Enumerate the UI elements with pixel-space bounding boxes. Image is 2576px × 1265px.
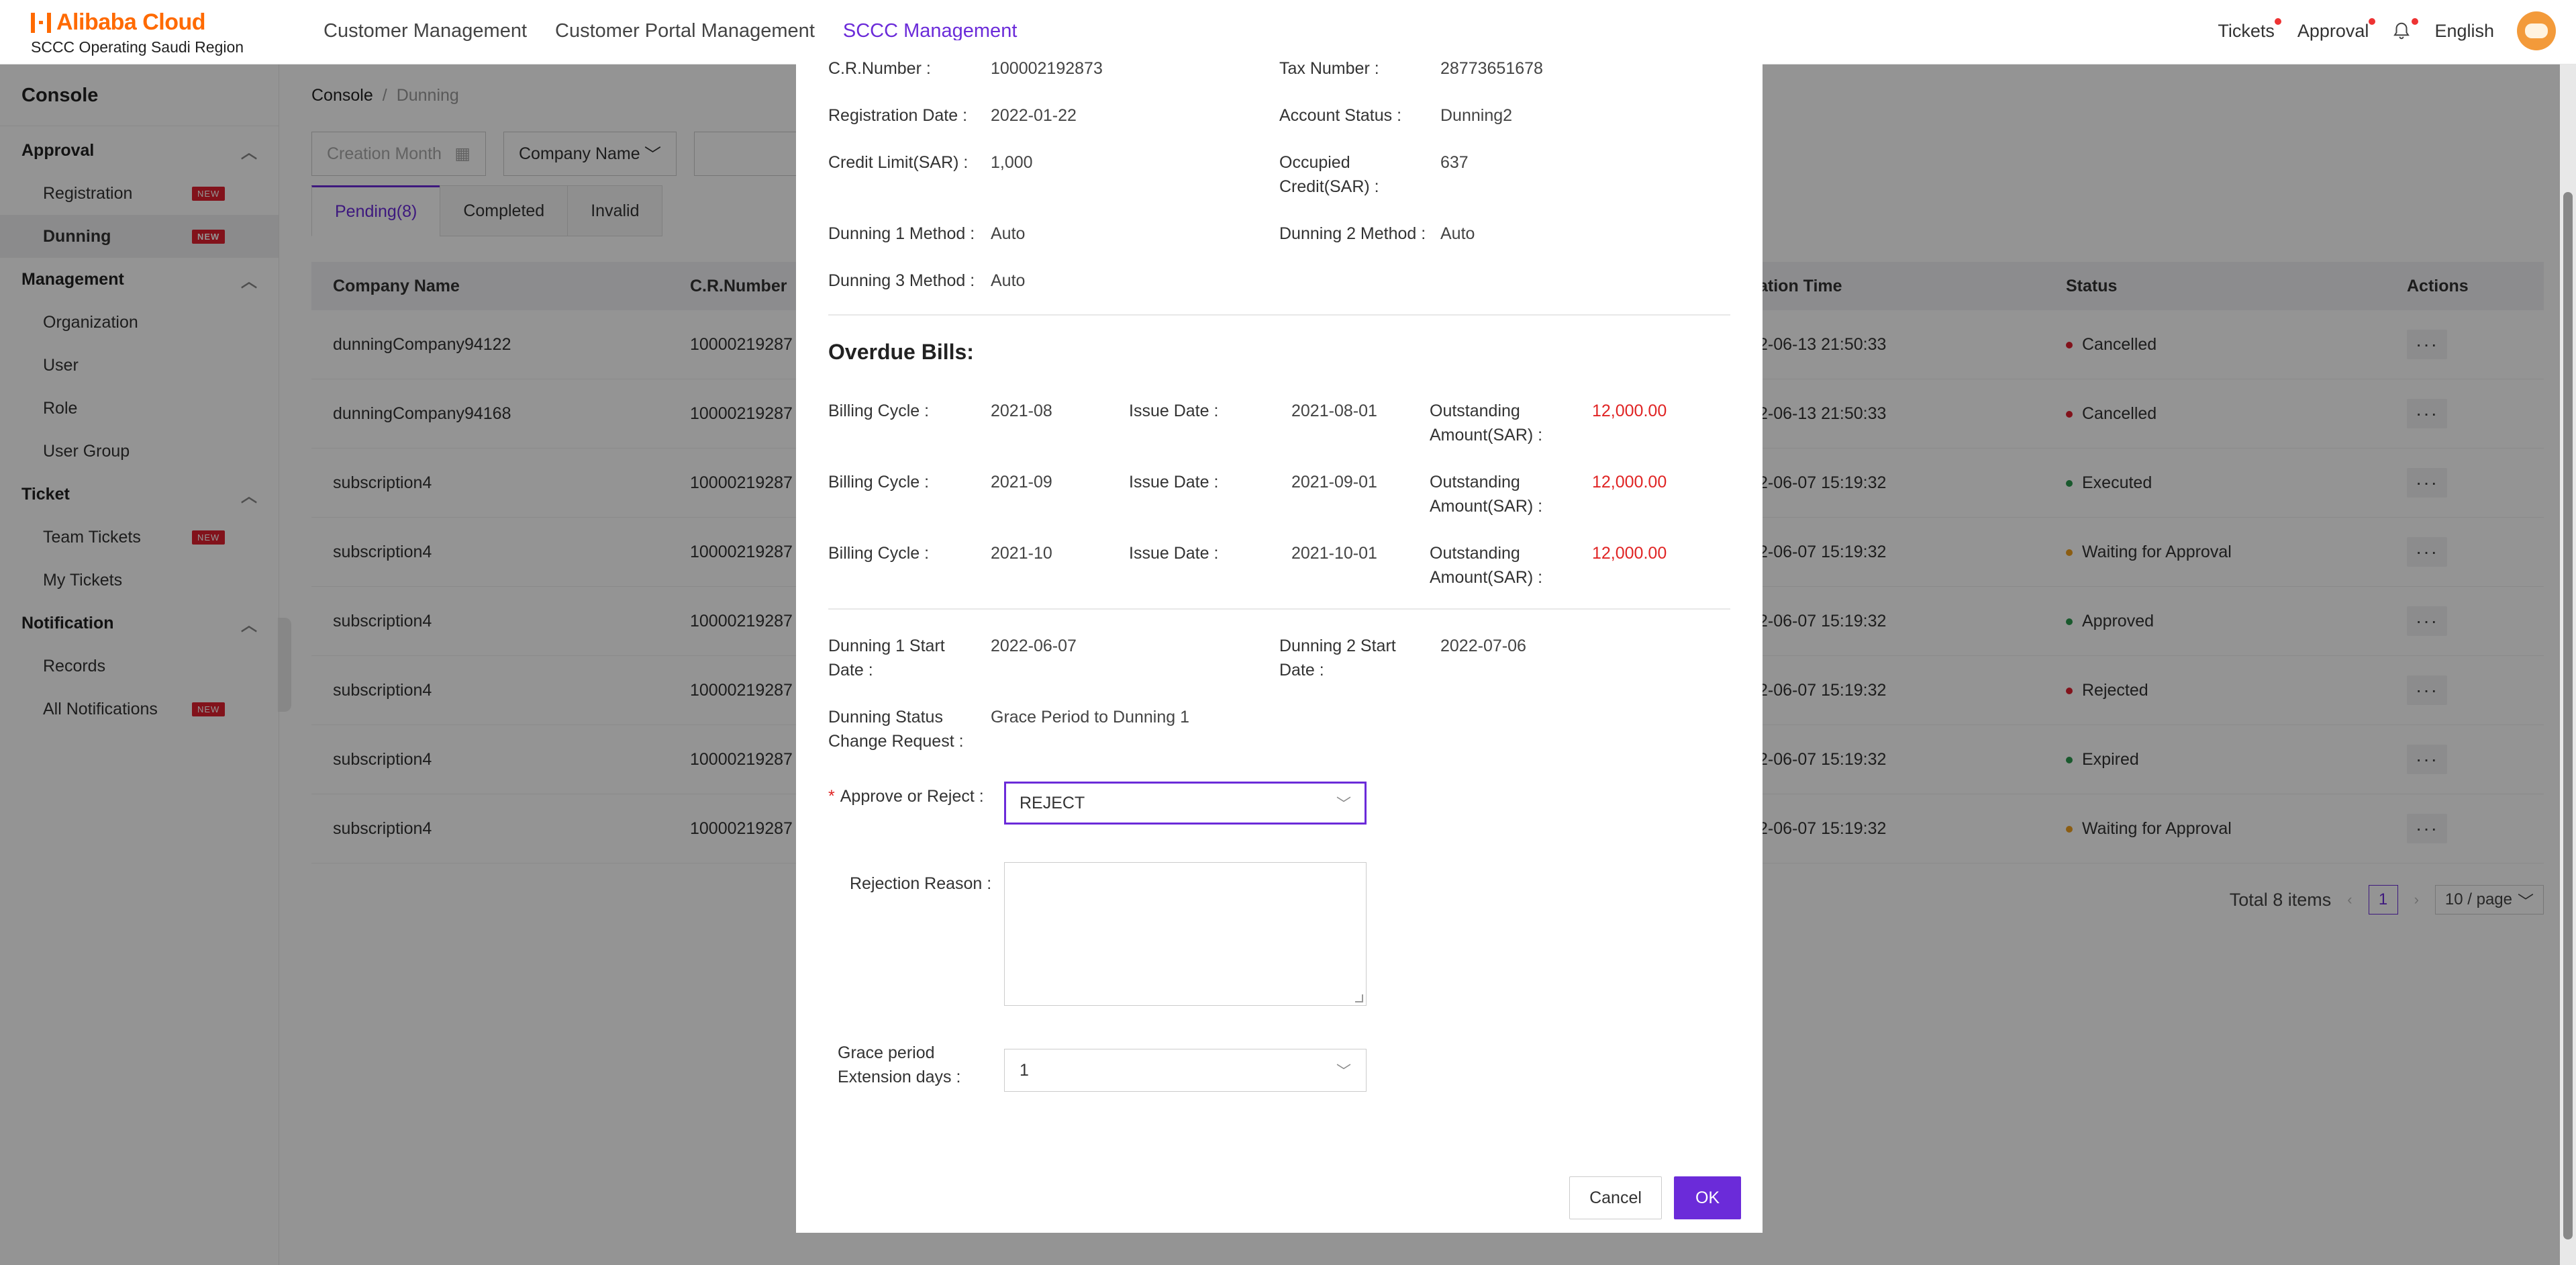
label-line: Change Request : bbox=[828, 732, 964, 751]
overdue-bills-heading: Overdue Bills: bbox=[828, 340, 974, 364]
bell-icon[interactable] bbox=[2391, 18, 2419, 41]
cr-number-value: 100002192873 bbox=[991, 59, 1103, 78]
label-line: Occupied bbox=[1279, 153, 1350, 172]
outstanding-amount-label: Outstanding Amount(SAR) : bbox=[1430, 541, 1542, 590]
nav-customer-management[interactable]: Customer Management bbox=[324, 0, 527, 64]
issue-date-label: Issue Date : bbox=[1129, 544, 1219, 563]
issue-date-value: 2021-09-01 bbox=[1291, 473, 1377, 491]
registration-date-value: 2022-01-22 bbox=[991, 106, 1077, 125]
label-line: Amount(SAR) : bbox=[1430, 568, 1543, 587]
grace-period-value: 1 bbox=[1020, 1060, 1029, 1080]
chevron-down-icon: ﹀ bbox=[1336, 796, 1351, 812]
account-status-value: Dunning2 bbox=[1440, 106, 1513, 125]
credit-limit-label: Credit Limit(SAR) : bbox=[828, 153, 969, 172]
ok-button[interactable]: OK bbox=[1674, 1176, 1741, 1219]
label-line: Outstanding bbox=[1430, 473, 1520, 491]
label-line: Outstanding bbox=[1430, 544, 1520, 563]
issue-date-label: Issue Date : bbox=[1129, 402, 1219, 420]
issue-date-value: 2021-10-01 bbox=[1291, 544, 1377, 563]
label-line: Date : bbox=[1279, 661, 1324, 680]
outstanding-amount-value: 12,000.00 bbox=[1592, 473, 1667, 491]
dunning-2-start-date-label: Dunning 2 Start Date : bbox=[1279, 634, 1396, 682]
language-selector[interactable]: English bbox=[2434, 21, 2494, 42]
dunning-status-change-request-value: Grace Period to Dunning 1 bbox=[991, 708, 1190, 727]
label-text: Approve or Reject : bbox=[840, 787, 984, 806]
rejection-reason-label: Rejection Reason : bbox=[850, 874, 992, 893]
alibaba-cloud-logo[interactable]: Alibaba Cloud SCCC Operating Saudi Regio… bbox=[31, 9, 244, 56]
outstanding-amount-value: 12,000.00 bbox=[1592, 544, 1667, 563]
approve-or-reject-label: * Approve or Reject : bbox=[828, 784, 984, 808]
label-line: Amount(SAR) : bbox=[1430, 497, 1543, 516]
dunning-1-start-date-value: 2022-06-07 bbox=[991, 637, 1077, 655]
dunning-status-change-request-label: Dunning Status Change Request : bbox=[828, 705, 964, 753]
dunning-1-start-date-label: Dunning 1 Start Date : bbox=[828, 634, 945, 682]
rejection-reason-textarea[interactable] bbox=[1004, 862, 1367, 1006]
section-divider bbox=[828, 608, 1730, 610]
label-line: Dunning 2 Start bbox=[1279, 637, 1396, 655]
header-actions: Tickets Approval English bbox=[2218, 0, 2556, 62]
label-line: Date : bbox=[828, 661, 873, 680]
outstanding-amount-label: Outstanding Amount(SAR) : bbox=[1430, 470, 1542, 518]
label-line: Credit(SAR) : bbox=[1279, 177, 1379, 196]
dunning-2-method-value: Auto bbox=[1440, 224, 1475, 243]
resize-handle[interactable] bbox=[1355, 994, 1363, 1002]
occupied-credit-value: 637 bbox=[1440, 153, 1469, 172]
label-line: Grace period bbox=[838, 1043, 935, 1062]
billing-cycle-label: Billing Cycle : bbox=[828, 402, 930, 420]
section-divider bbox=[828, 314, 1730, 316]
occupied-credit-label: Occupied Credit(SAR) : bbox=[1279, 150, 1379, 199]
tax-number-label: Tax Number : bbox=[1279, 59, 1379, 78]
billing-cycle-value: 2021-10 bbox=[991, 544, 1052, 563]
billing-cycle-label: Billing Cycle : bbox=[828, 473, 930, 491]
dunning-3-method-value: Auto bbox=[991, 271, 1026, 290]
approval-link[interactable]: Approval bbox=[2297, 17, 2375, 42]
issue-date-label: Issue Date : bbox=[1129, 473, 1219, 491]
label-line: Dunning 1 Start bbox=[828, 637, 945, 655]
dunning-1-method-value: Auto bbox=[991, 224, 1026, 243]
dunning-approval-dialog: C.R.Number : 100002192873 Tax Number : 2… bbox=[796, 40, 1763, 1233]
cr-number-label: C.R.Number : bbox=[828, 59, 931, 78]
dunning-1-method-label: Dunning 1 Method : bbox=[828, 224, 975, 243]
registration-date-label: Registration Date : bbox=[828, 106, 968, 125]
credit-limit-value: 1,000 bbox=[991, 153, 1033, 172]
tax-number-value: 28773651678 bbox=[1440, 59, 1543, 78]
label-line: Dunning Status bbox=[828, 708, 943, 727]
grace-period-extension-days-label: Grace period Extension days : bbox=[838, 1041, 960, 1089]
approve-or-reject-value: REJECT bbox=[1020, 793, 1085, 812]
billing-cycle-label: Billing Cycle : bbox=[828, 544, 930, 563]
required-marker: * bbox=[828, 787, 835, 806]
issue-date-value: 2021-08-01 bbox=[1291, 402, 1377, 420]
cancel-button[interactable]: Cancel bbox=[1569, 1176, 1662, 1219]
outstanding-amount-value: 12,000.00 bbox=[1592, 402, 1667, 420]
dunning-2-method-label: Dunning 2 Method : bbox=[1279, 224, 1426, 243]
user-avatar[interactable] bbox=[2517, 11, 2556, 50]
billing-cycle-value: 2021-09 bbox=[991, 473, 1052, 491]
label-line: Outstanding bbox=[1430, 402, 1520, 420]
billing-cycle-value: 2021-08 bbox=[991, 402, 1052, 420]
nav-customer-portal-management[interactable]: Customer Portal Management bbox=[555, 0, 815, 64]
logo-icon bbox=[31, 12, 51, 33]
page-scrollbar[interactable] bbox=[2560, 64, 2576, 1265]
dunning-2-start-date-value: 2022-07-06 bbox=[1440, 637, 1526, 655]
tickets-link[interactable]: Tickets bbox=[2218, 17, 2281, 42]
approve-or-reject-select[interactable]: REJECT ﹀ bbox=[1004, 782, 1367, 825]
outstanding-amount-label: Outstanding Amount(SAR) : bbox=[1430, 399, 1542, 447]
account-status-label: Account Status : bbox=[1279, 106, 1402, 125]
grace-period-extension-days-select[interactable]: 1 ﹀ bbox=[1004, 1049, 1367, 1092]
chevron-down-icon: ﹀ bbox=[1336, 1063, 1351, 1080]
dunning-3-method-label: Dunning 3 Method : bbox=[828, 271, 975, 290]
logo-text: Alibaba Cloud bbox=[56, 9, 206, 35]
logo-subtitle: SCCC Operating Saudi Region bbox=[31, 38, 244, 56]
label-line: Extension days : bbox=[838, 1068, 961, 1086]
scrollbar-thumb[interactable] bbox=[2563, 192, 2573, 1239]
label-line: Amount(SAR) : bbox=[1430, 426, 1543, 444]
